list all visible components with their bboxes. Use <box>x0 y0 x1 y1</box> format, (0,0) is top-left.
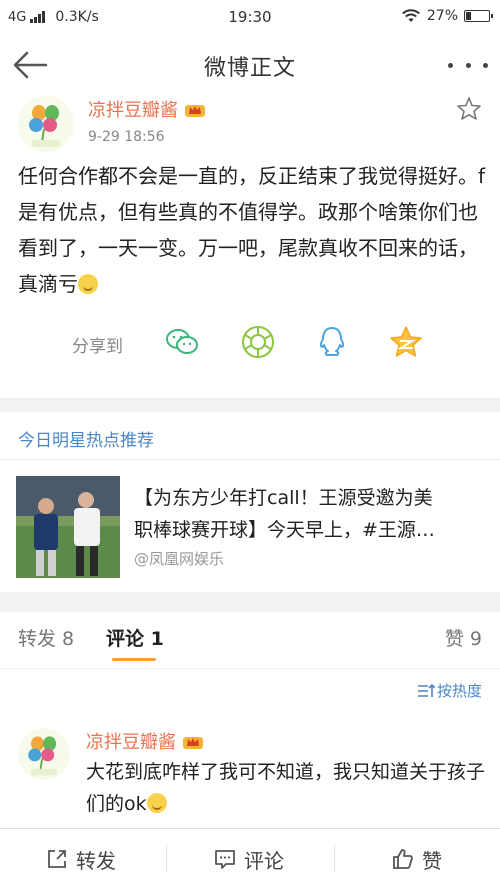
section-divider <box>0 592 500 612</box>
like-button[interactable]: 赞 <box>392 829 442 889</box>
moments-icon[interactable] <box>240 324 276 360</box>
qq-icon[interactable] <box>314 324 350 360</box>
section-divider <box>0 398 500 412</box>
wechat-icon[interactable] <box>164 324 200 360</box>
post-text: 任何合作都不会是一直的，反正结束了我觉得挺好。f是有优点，但有些真的不值得学。政… <box>18 158 488 302</box>
nav-bar: 微博正文 <box>0 34 500 97</box>
favorite-star-icon[interactable] <box>456 96 482 122</box>
status-right: 27% <box>401 8 493 24</box>
wifi-icon <box>401 9 420 22</box>
repost-label: 转发 <box>76 848 116 873</box>
grin-emoji-icon <box>146 793 167 813</box>
recommend-thumbnail[interactable] <box>16 476 120 578</box>
crown-badge-icon <box>185 105 205 117</box>
shy-emoji-icon <box>78 274 98 294</box>
battery-level <box>466 12 471 20</box>
page-title: 微博正文 <box>203 56 296 81</box>
bottom-separator <box>166 845 167 873</box>
recommend-headline[interactable]: 【为东方少年打call！王源受邀为美 职棒球赛开球】今天早上，#王源… <box>134 482 484 546</box>
tab-repost[interactable]: 转发 8 <box>18 624 74 651</box>
thumbs-up-icon <box>393 849 413 869</box>
comment-button[interactable]: 评论 <box>214 829 284 889</box>
battery-icon <box>464 10 493 22</box>
comment-text: 大花到底咋样了我可不知道，我只知道关于孩子们的ok <box>86 756 486 820</box>
share-label: 分享到 <box>72 337 123 357</box>
clover-avatar-icon <box>18 96 74 152</box>
tab-comment[interactable]: 评论 1 <box>106 624 164 651</box>
recommend-source: @凤凰网娱乐 <box>134 550 225 568</box>
recommend-divider <box>0 459 500 460</box>
active-tab-indicator <box>112 658 156 661</box>
crown-badge-icon <box>183 737 203 749</box>
sort-icon <box>417 683 435 697</box>
post-time: 9-29 18:56 <box>88 129 165 145</box>
tab-like[interactable]: 赞 9 <box>445 624 482 651</box>
recommend-headline-line2: 职棒球赛开球】今天早上，#王源… <box>134 519 435 541</box>
share-row: 分享到 <box>0 324 500 360</box>
clover-avatar-icon <box>18 728 70 780</box>
commenter-name-text: 凉拌豆瓣酱 <box>86 732 176 753</box>
comment-label: 评论 <box>244 848 284 873</box>
battery-percent: 27% <box>426 8 458 24</box>
weibo-post: 凉拌豆瓣酱 9-29 18:56 任何合作都不会是一直的，反正结束了我觉得挺好。… <box>0 96 500 396</box>
sort-button[interactable]: 按热度 <box>417 680 482 701</box>
comment-icon <box>215 850 235 869</box>
author-avatar[interactable] <box>18 96 74 152</box>
commenter-name[interactable]: 凉拌豆瓣酱 <box>86 728 204 754</box>
comment-item: 凉拌豆瓣酱 大花到底咋样了我可不知道，我只知道关于孩子们的ok <box>0 728 500 828</box>
repost-button[interactable]: 转发 <box>46 829 116 889</box>
commenter-avatar[interactable] <box>18 728 70 780</box>
like-label: 赞 <box>422 848 442 873</box>
repost-icon <box>48 850 66 868</box>
more-options-icon[interactable] <box>448 50 488 80</box>
status-bar: 4G 0.3K/s 19:30 27% <box>0 0 500 34</box>
interaction-tabs: 转发 8 评论 1 赞 9 <box>0 612 500 669</box>
recommend-headline-line1: 【为东方少年打call！王源受邀为美 <box>134 487 433 509</box>
comment-text-content: 大花到底咋样了我可不知道，我只知道关于孩子们的ok <box>86 761 486 815</box>
qzone-icon[interactable] <box>388 324 424 360</box>
author-name-text: 凉拌豆瓣酱 <box>88 100 178 121</box>
author-name[interactable]: 凉拌豆瓣酱 <box>88 96 206 122</box>
bottom-action-bar: 转发 评论 赞 <box>0 828 500 889</box>
bottom-separator <box>334 845 335 873</box>
recommend-section-title: 今日明星热点推荐 <box>18 431 154 451</box>
sort-label: 按热度 <box>436 682 482 700</box>
